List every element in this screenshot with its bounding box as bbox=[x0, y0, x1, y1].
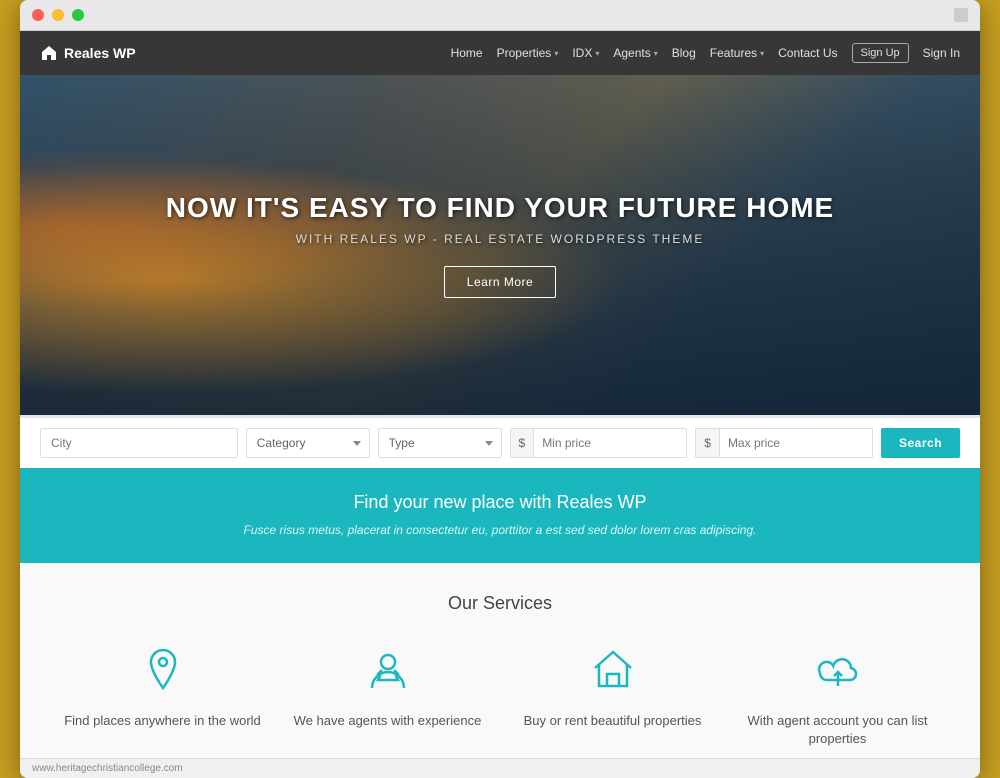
status-url: www.heritagechristiancollege.com bbox=[32, 763, 183, 774]
idx-dropdown-icon: ▾ bbox=[595, 49, 599, 58]
features-dropdown-icon: ▾ bbox=[760, 49, 764, 58]
service-item-agents: We have agents with experience bbox=[285, 642, 490, 748]
services-section: Our Services Find places anywhere in the… bbox=[20, 563, 980, 758]
agents-dropdown-icon: ▾ bbox=[654, 49, 658, 58]
minimize-button[interactable] bbox=[52, 9, 64, 21]
max-price-input[interactable] bbox=[720, 429, 873, 457]
nav-item-signin[interactable]: Sign In bbox=[923, 46, 960, 60]
close-button[interactable] bbox=[32, 9, 44, 21]
max-price-currency: $ bbox=[696, 429, 720, 457]
nav-item-features[interactable]: Features ▾ bbox=[710, 46, 764, 60]
city-input[interactable] bbox=[40, 428, 238, 458]
home-brand-icon bbox=[40, 44, 58, 62]
house-icon bbox=[585, 642, 641, 698]
hero-title: NOW IT'S EASY TO FIND YOUR FUTURE HOME bbox=[166, 192, 834, 224]
search-bar: Category Residential Commercial Type Buy… bbox=[20, 415, 980, 468]
navbar: Reales WP Home Properties ▾ IDX ▾ Agen bbox=[20, 31, 980, 75]
hero-subtitle: WITH REALES WP - REAL ESTATE WORDPRESS T… bbox=[166, 232, 834, 246]
browser-window: Reales WP Home Properties ▾ IDX ▾ Agen bbox=[20, 0, 980, 778]
nav-item-home[interactable]: Home bbox=[451, 46, 483, 60]
brand-name: Reales WP bbox=[64, 45, 136, 61]
properties-dropdown-icon: ▾ bbox=[554, 49, 558, 58]
service-item-location: Find places anywhere in the world bbox=[60, 642, 265, 748]
type-select[interactable]: Type Buy Rent bbox=[378, 428, 502, 458]
service-label-location: Find places anywhere in the world bbox=[64, 712, 261, 730]
nav-item-contact[interactable]: Contact Us bbox=[778, 46, 837, 60]
teal-banner: Find your new place with Reales WP Fusce… bbox=[20, 468, 980, 563]
browser-chrome bbox=[20, 0, 980, 31]
nav-item-blog[interactable]: Blog bbox=[672, 46, 696, 60]
cloud-upload-icon bbox=[810, 642, 866, 698]
nav-item-signup[interactable]: Sign Up bbox=[852, 43, 909, 63]
hero-section: NOW IT'S EASY TO FIND YOUR FUTURE HOME W… bbox=[20, 75, 980, 415]
nav-item-idx[interactable]: IDX ▾ bbox=[572, 46, 599, 60]
status-bar: www.heritagechristiancollege.com bbox=[20, 758, 980, 778]
teal-banner-subtitle: Fusce risus metus, placerat in consectet… bbox=[40, 521, 960, 539]
service-label-agents: We have agents with experience bbox=[294, 712, 482, 730]
nav-menu: Home Properties ▾ IDX ▾ Agents ▾ bbox=[451, 43, 960, 63]
expand-icon bbox=[954, 8, 968, 22]
maximize-button[interactable] bbox=[72, 9, 84, 21]
brand-logo[interactable]: Reales WP bbox=[40, 44, 136, 62]
services-grid: Find places anywhere in the world We hav… bbox=[40, 642, 960, 748]
search-button[interactable]: Search bbox=[881, 428, 960, 458]
category-select[interactable]: Category Residential Commercial bbox=[246, 428, 370, 458]
min-price-currency: $ bbox=[511, 429, 535, 457]
min-price-input[interactable] bbox=[534, 429, 687, 457]
services-title: Our Services bbox=[40, 593, 960, 614]
max-price-group: $ bbox=[695, 428, 873, 458]
nav-item-agents[interactable]: Agents ▾ bbox=[613, 46, 657, 60]
service-item-house: Buy or rent beautiful properties bbox=[510, 642, 715, 748]
hero-content: NOW IT'S EASY TO FIND YOUR FUTURE HOME W… bbox=[146, 192, 854, 298]
service-label-cloud: With agent account you can list properti… bbox=[735, 712, 940, 748]
nav-item-properties[interactable]: Properties ▾ bbox=[497, 46, 559, 60]
min-price-group: $ bbox=[510, 428, 688, 458]
agent-person-icon bbox=[360, 642, 416, 698]
location-pin-icon bbox=[135, 642, 191, 698]
learn-more-button[interactable]: Learn More bbox=[444, 266, 556, 298]
teal-banner-title: Find your new place with Reales WP bbox=[40, 492, 960, 513]
service-item-cloud: With agent account you can list properti… bbox=[735, 642, 940, 748]
service-label-house: Buy or rent beautiful properties bbox=[524, 712, 702, 730]
